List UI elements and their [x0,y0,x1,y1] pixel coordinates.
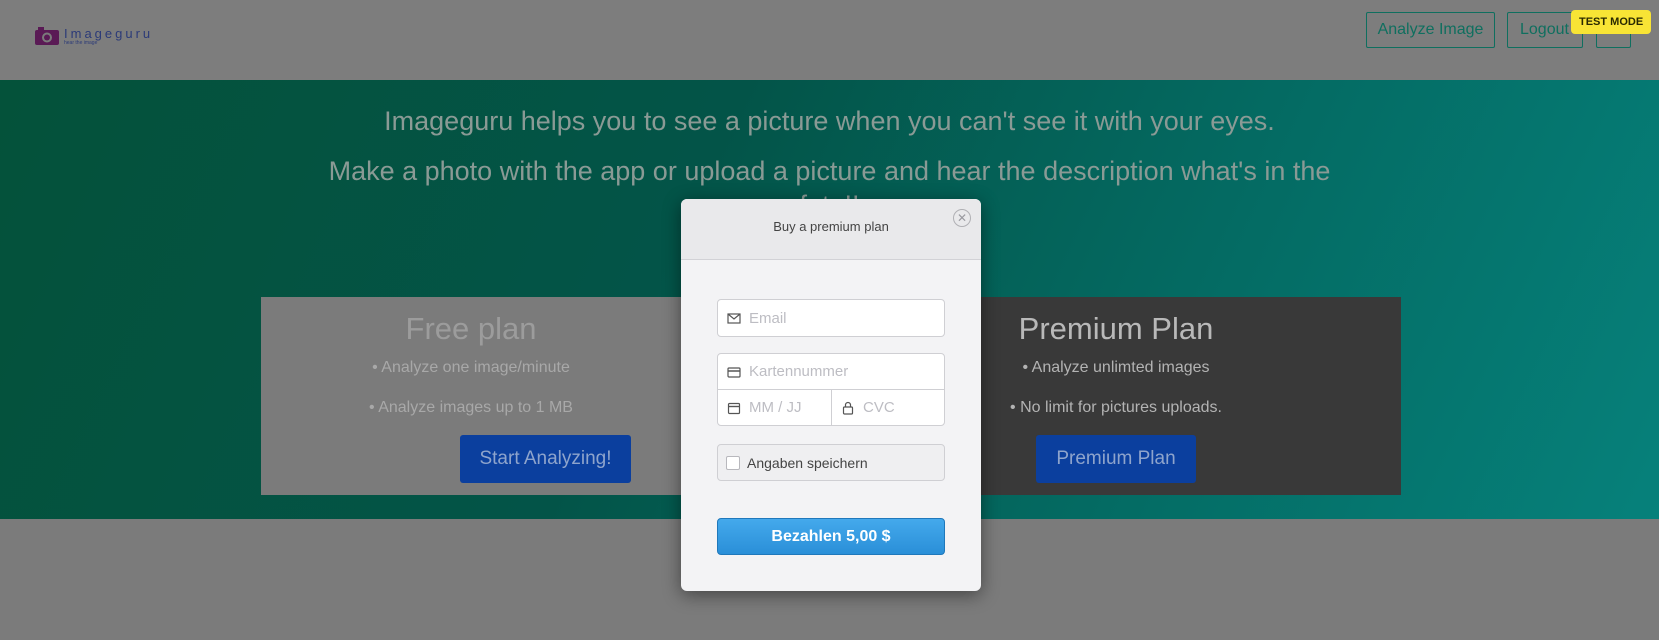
credit-card-icon [727,365,741,379]
free-plan-card: Free plan • Analyze one image/minute • A… [261,297,681,495]
start-analyzing-button[interactable]: Start Analyzing! [460,435,631,483]
email-field[interactable] [717,299,945,337]
test-mode-badge: TEST MODE [1571,10,1652,34]
remember-me-label: Angaben speichern [747,454,868,471]
pay-button[interactable]: Bezahlen 5,00 $ [717,518,945,555]
free-plan-feature: • Analyze one image/minute [372,359,570,376]
modal-header: Buy a premium plan ✕ [681,199,981,260]
lock-icon [841,401,855,415]
logo-name: Imageguru [64,25,154,41]
close-icon[interactable]: ✕ [953,209,971,227]
payment-modal: Buy a premium plan ✕ Angaben speichern B… [681,199,981,591]
email-input[interactable] [749,309,944,327]
logo-tagline: hear the image [64,39,98,46]
top-navbar: Imageguru hear the image Analyze Image L… [0,0,1659,80]
cvc-input[interactable] [863,399,944,416]
free-plan-title: Free plan [405,311,537,346]
cvc-field[interactable] [831,389,945,426]
calendar-icon [727,401,741,415]
remember-me-field[interactable]: Angaben speichern [717,444,945,481]
envelope-icon [727,311,741,325]
analyze-image-button[interactable]: Analyze Image [1366,12,1495,48]
expiry-field[interactable] [717,389,832,426]
premium-plan-button[interactable]: Premium Plan [1036,435,1196,483]
card-number-input[interactable] [749,363,944,380]
logo[interactable]: Imageguru hear the image [34,26,153,46]
free-plan-feature: • Analyze images up to 1 MB [369,399,573,416]
camera-icon [34,26,60,46]
card-number-field[interactable] [717,353,945,390]
modal-title: Buy a premium plan [773,219,889,234]
hero-subheadline: Make a photo with the app or upload a pi… [328,156,1331,220]
expiry-input[interactable] [749,399,831,416]
hero-headline: Imageguru helps you to see a picture whe… [384,106,1275,136]
remember-me-checkbox[interactable] [726,455,740,470]
